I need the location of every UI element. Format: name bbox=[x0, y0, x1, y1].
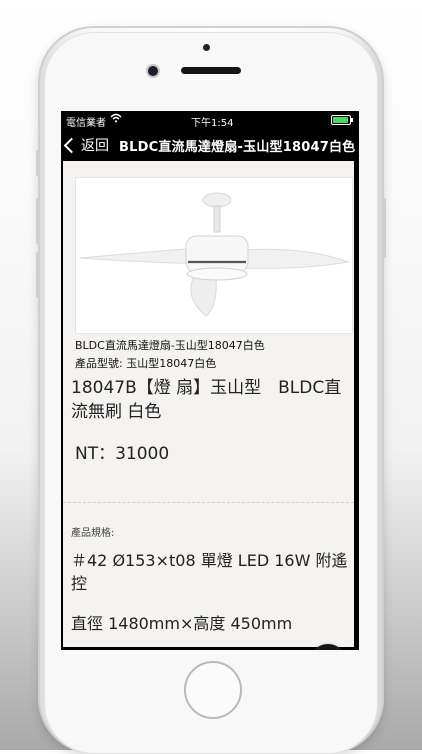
carrier-label: 電信業者 bbox=[66, 118, 106, 129]
spec-dimensions: 直徑 1480mm×高度 450mm bbox=[71, 614, 293, 633]
nav-bar: 返回 BLDC直流馬達燈扇-玉山型18047白色 bbox=[61, 128, 359, 161]
home-fab-button[interactable] bbox=[309, 644, 347, 650]
status-time: 下午1:54 bbox=[191, 118, 234, 129]
status-bar: 電信業者 下午1:54 bbox=[61, 111, 359, 129]
product-price: NT：31000 bbox=[75, 444, 170, 464]
home-button[interactable] bbox=[184, 661, 242, 719]
wifi-icon bbox=[110, 113, 122, 126]
product-detail[interactable]: BLDC直流馬達燈扇-玉山型18047白色 產品型號: 玉山型18047白色 1… bbox=[63, 161, 354, 650]
product-headline: 18047B【燈 扇】玉山型 BLDC直流無刷 白色 bbox=[71, 378, 342, 422]
product-model: 產品型號: 玉山型18047白色 bbox=[75, 357, 217, 370]
product-image[interactable] bbox=[75, 177, 353, 334]
phone-side-button-right bbox=[383, 198, 386, 258]
earpiece bbox=[181, 67, 241, 74]
phone-side-button-left bbox=[36, 252, 39, 298]
spec-line: ＃42 Ø153×t08 單燈 LED 16W 附遙控 bbox=[71, 551, 348, 593]
divider bbox=[63, 502, 354, 503]
screen: 電信業者 下午1:54 返回 BLDC直流馬達燈扇-玉山型18047白色 BLD… bbox=[61, 111, 359, 650]
chevron-left-icon bbox=[63, 137, 80, 153]
product-caption: BLDC直流馬達燈扇-玉山型18047白色 產品型號: 玉山型18047白色 bbox=[75, 337, 265, 373]
back-label: 返回 bbox=[81, 138, 109, 154]
page-title: BLDC直流馬達燈扇-玉山型18047白色 bbox=[119, 140, 356, 155]
phone-side-button-left bbox=[36, 198, 39, 244]
product-name: BLDC直流馬達燈扇-玉山型18047白色 bbox=[75, 339, 265, 352]
phone-sensor bbox=[203, 44, 210, 51]
phone-side-button-left bbox=[36, 150, 39, 176]
back-button[interactable]: 返回 bbox=[63, 135, 109, 155]
spec-heading: 產品規格: bbox=[71, 528, 115, 539]
battery-icon bbox=[331, 115, 353, 125]
front-camera bbox=[148, 66, 158, 76]
